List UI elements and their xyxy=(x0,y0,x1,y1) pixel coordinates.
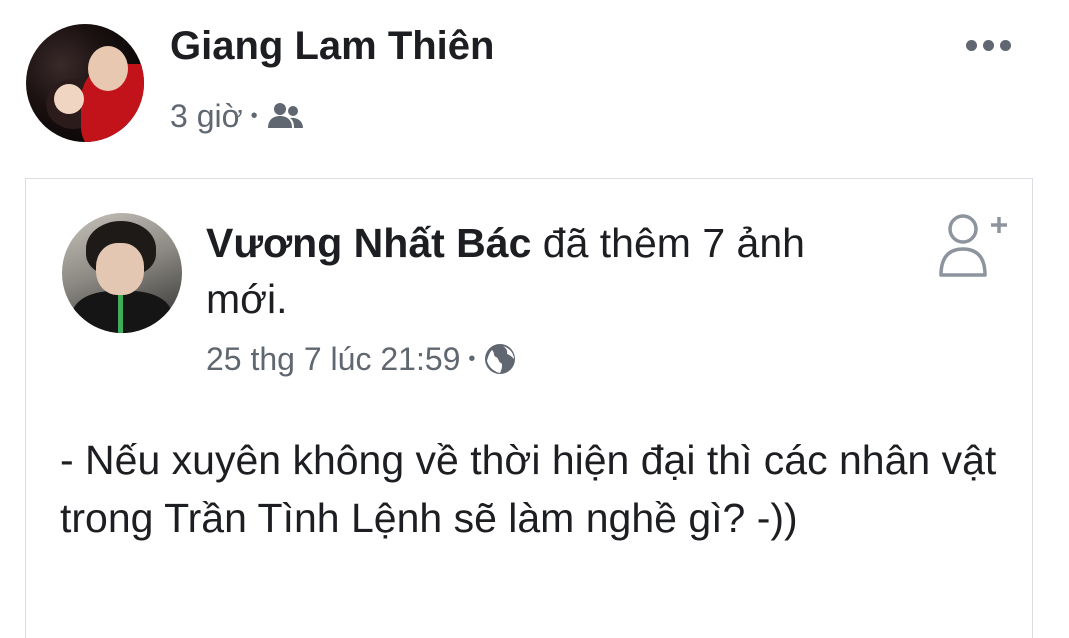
meta-separator: • xyxy=(250,104,258,127)
post-header: Giang Lam Thiên 3 giờ • xyxy=(0,0,1069,170)
shared-author-avatar[interactable] xyxy=(62,213,182,333)
post-time[interactable]: 3 giờ xyxy=(170,98,243,135)
author-avatar[interactable] xyxy=(26,24,144,142)
globe-icon[interactable] xyxy=(483,342,517,376)
shared-post-timestamp[interactable]: 25 thg 7 lúc 21:59 xyxy=(206,341,460,378)
meta-separator: • xyxy=(468,347,476,370)
shared-post-headline: Vương Nhất Bác đã thêm 7 ảnh mới. xyxy=(206,215,896,327)
shared-author-name[interactable]: Vương Nhất Bác xyxy=(206,220,531,266)
add-friend-icon[interactable] xyxy=(931,209,1011,281)
friends-icon[interactable] xyxy=(266,101,306,131)
shared-post-body: - Nếu xuyên không về thời hiện đại thì c… xyxy=(60,437,997,541)
more-options-icon[interactable] xyxy=(958,30,1018,60)
shared-post-meta: 25 thg 7 lúc 21:59 • xyxy=(206,339,517,379)
shared-post-card[interactable]: Vương Nhất Bác đã thêm 7 ảnh mới. 25 thg… xyxy=(25,178,1033,638)
author-name[interactable]: Giang Lam Thiên xyxy=(170,24,494,69)
post-meta: 3 giờ • xyxy=(170,96,306,136)
